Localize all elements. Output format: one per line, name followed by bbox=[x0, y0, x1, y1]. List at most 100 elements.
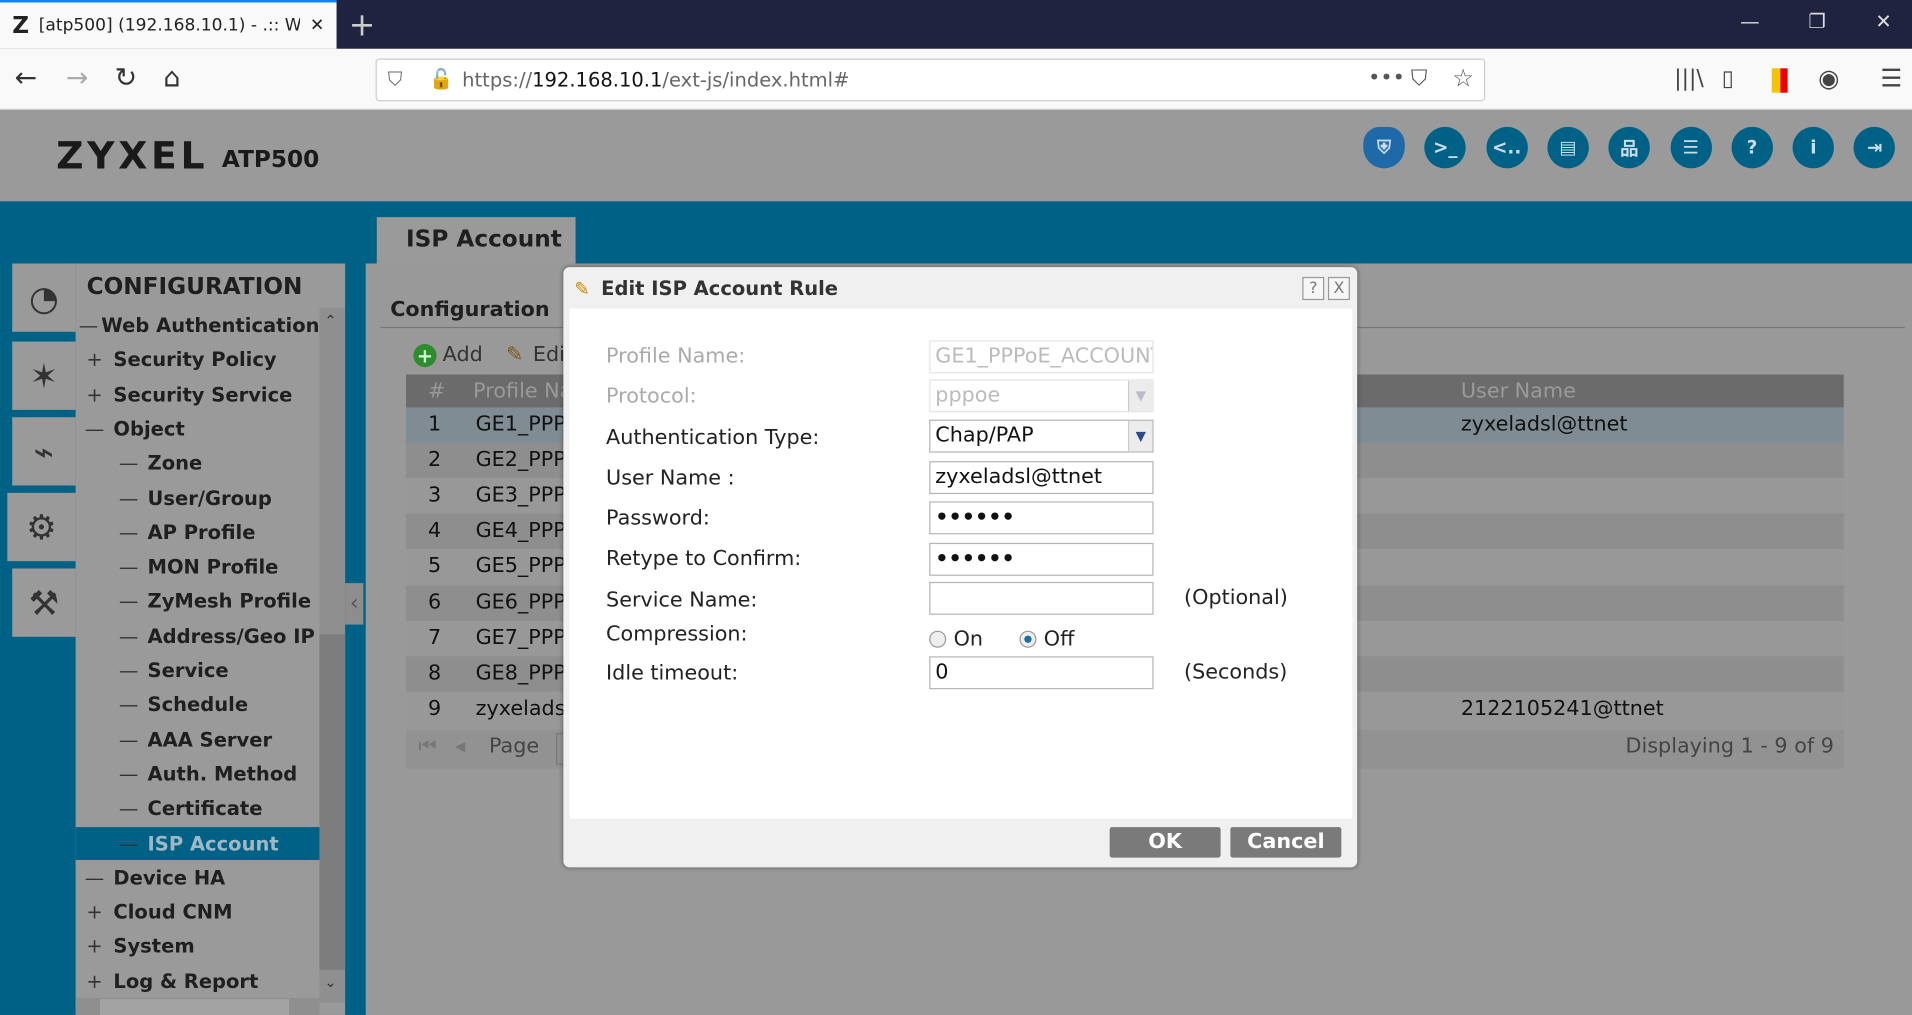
password-input[interactable]: •••••• bbox=[929, 501, 1154, 535]
cli-icon[interactable]: <.. bbox=[1485, 126, 1528, 169]
sidebar-item[interactable]: — ISP Account bbox=[75, 826, 320, 860]
account-icon[interactable]: ◉ bbox=[1818, 63, 1839, 92]
home-icon[interactable]: ⌂ bbox=[163, 63, 180, 93]
restore-icon[interactable]: ❐ bbox=[1808, 10, 1825, 33]
configuration-gear-icon[interactable]: ⚙ bbox=[7, 492, 76, 562]
sidebar-item-label: Zone bbox=[147, 451, 203, 475]
network-icon[interactable]: 品 bbox=[1608, 126, 1651, 169]
scroll-up-icon[interactable]: ⌃ bbox=[324, 312, 336, 329]
url-bar[interactable]: https://192.168.10.1/ext-js/index.html# bbox=[375, 58, 1486, 102]
monitor-icon[interactable]: ⌁ bbox=[12, 417, 76, 486]
forward-icon[interactable]: → bbox=[66, 63, 88, 93]
sidebar-scroll-thumb[interactable] bbox=[319, 634, 346, 970]
first-page-icon[interactable]: ⏮ bbox=[418, 734, 437, 758]
edit-icon[interactable]: ✎ bbox=[506, 343, 523, 367]
sidebar-item[interactable]: + Cloud CNM bbox=[76, 896, 320, 929]
sidebar-item[interactable]: — Object bbox=[76, 412, 320, 445]
sidebar-item[interactable]: — Web Authentication bbox=[76, 309, 320, 342]
browser-tab[interactable]: Z [atp500] (192.168.10.1) - .:: Wel ✕ bbox=[0, 0, 337, 49]
sidebar-item-label: AAA Server bbox=[147, 727, 273, 751]
sidebar-item[interactable]: — Device HA bbox=[76, 861, 320, 894]
sidebar-item[interactable]: + Security Service bbox=[76, 378, 320, 411]
pocket-icon[interactable]: ⛉ bbox=[1411, 66, 1427, 92]
compression-on-label[interactable]: On bbox=[954, 627, 983, 651]
add-button[interactable]: Add bbox=[443, 343, 483, 367]
cancel-button[interactable]: Cancel bbox=[1230, 827, 1342, 858]
sidebar-item[interactable]: + Log & Report bbox=[76, 965, 320, 998]
window-close-icon[interactable]: ✕ bbox=[1875, 10, 1891, 33]
sidebar-item[interactable]: — Address/Geo IP bbox=[76, 619, 320, 652]
insecure-lock-icon[interactable]: 🔓 bbox=[429, 67, 453, 90]
menu-icon[interactable]: ☰ bbox=[1880, 63, 1902, 92]
compression-on-radio[interactable] bbox=[929, 630, 947, 648]
add-icon[interactable]: + bbox=[413, 344, 437, 368]
row-number: 4 bbox=[428, 518, 442, 544]
sidebar-item[interactable]: — User/Group bbox=[76, 481, 320, 514]
chevron-down-icon[interactable]: ▼ bbox=[1127, 420, 1153, 452]
sidebar-item[interactable]: — Zone bbox=[76, 447, 320, 480]
sidebar-item[interactable]: — ZyMesh Profile bbox=[76, 585, 320, 618]
more-icon[interactable]: ••• bbox=[1368, 66, 1405, 90]
hscroll-thumb[interactable] bbox=[99, 999, 289, 1015]
service-name-input[interactable] bbox=[929, 581, 1154, 615]
shield-icon[interactable]: ⛨ bbox=[1363, 126, 1405, 169]
sidebar-item-label: Device HA bbox=[113, 865, 226, 890]
extension-icon[interactable] bbox=[1771, 68, 1781, 93]
sidebar-item-label: Cloud CNM bbox=[113, 900, 233, 924]
col-user-name[interactable]: User Name bbox=[1461, 379, 1576, 403]
bookmark-star-icon[interactable]: ☆ bbox=[1452, 63, 1474, 92]
scroll-down-icon[interactable]: ⌄ bbox=[324, 973, 336, 990]
new-tab-icon[interactable]: + bbox=[349, 7, 376, 44]
prev-page-icon[interactable]: ◂ bbox=[455, 734, 465, 758]
col-profile-name[interactable]: Profile Na bbox=[473, 379, 572, 403]
wizard-icon[interactable]: ✶ bbox=[12, 341, 76, 410]
compression-off-radio[interactable] bbox=[1019, 630, 1037, 648]
ok-button[interactable]: OK bbox=[1109, 827, 1221, 858]
sidebar-item[interactable]: — Auth. Method bbox=[76, 757, 320, 790]
collapse-icon: — bbox=[118, 624, 139, 648]
dashboard-icon[interactable]: ◔ bbox=[12, 263, 76, 332]
col-num[interactable]: # bbox=[428, 379, 445, 403]
sidebar-item[interactable]: — Service bbox=[76, 654, 320, 687]
sidebar-item[interactable]: + Security Policy bbox=[76, 343, 320, 376]
sidebar-item[interactable]: — MON Profile bbox=[76, 550, 320, 583]
dialog-close-button[interactable]: X bbox=[1327, 276, 1350, 301]
tracking-shield-icon[interactable]: ⛉ bbox=[388, 67, 403, 91]
page-tab[interactable]: ISP Account bbox=[376, 217, 576, 264]
collapse-icon: — bbox=[118, 727, 139, 751]
dialog-help-button[interactable]: ? bbox=[1302, 276, 1325, 301]
retype-password-input[interactable]: •••••• bbox=[929, 542, 1154, 576]
retype-label: Retype to Confirm: bbox=[606, 546, 802, 571]
service-name-label: Service Name: bbox=[606, 587, 758, 613]
info-icon[interactable]: i bbox=[1792, 126, 1835, 169]
user-name-input[interactable]: zyxeladsl@ttnet bbox=[929, 461, 1154, 495]
sidebar-item[interactable]: — AP Profile bbox=[76, 516, 320, 549]
windows-icon[interactable]: ▤ bbox=[1547, 126, 1589, 169]
minimize-icon[interactable]: — bbox=[1740, 10, 1760, 33]
back-icon[interactable]: ← bbox=[15, 63, 37, 93]
maintenance-tools-icon[interactable]: ⚒ bbox=[12, 568, 76, 637]
sidebar-item[interactable]: — Schedule bbox=[76, 688, 320, 721]
row-profile-name: zyxeladsl bbox=[475, 696, 572, 721]
sidebar-item[interactable]: — Certificate bbox=[76, 792, 320, 825]
row-profile-name: GE3_PPP bbox=[475, 483, 566, 508]
help-icon[interactable]: ? bbox=[1731, 126, 1773, 169]
sidebar-item[interactable]: — AAA Server bbox=[76, 723, 320, 756]
protocol-value: pppoe bbox=[935, 383, 1001, 408]
sidebar-item[interactable]: + System bbox=[76, 930, 320, 963]
row-profile-name: GE8_PPP bbox=[475, 660, 566, 686]
idle-timeout-input[interactable]: 0 bbox=[929, 656, 1154, 690]
collapse-icon: — bbox=[84, 417, 105, 441]
sidebar-icon[interactable]: ▯ bbox=[1722, 66, 1734, 92]
collapse-sidebar-button[interactable]: ‹ bbox=[345, 583, 364, 625]
edit-icon: ✎ bbox=[574, 278, 590, 301]
chat-icon[interactable]: ☰ bbox=[1669, 126, 1712, 169]
compression-off-label[interactable]: Off bbox=[1044, 627, 1075, 651]
reload-icon[interactable]: ↻ bbox=[115, 63, 137, 93]
close-tab-icon[interactable]: ✕ bbox=[310, 16, 324, 36]
library-icon[interactable]: |||\ bbox=[1674, 66, 1704, 92]
sidebar-title: CONFIGURATION bbox=[86, 273, 303, 301]
sidebar-item-label: ZyMesh Profile bbox=[147, 589, 312, 613]
edit-button[interactable]: Edi bbox=[533, 343, 565, 367]
auth-type-select[interactable]: Chap/PAP ▼ bbox=[929, 419, 1154, 453]
